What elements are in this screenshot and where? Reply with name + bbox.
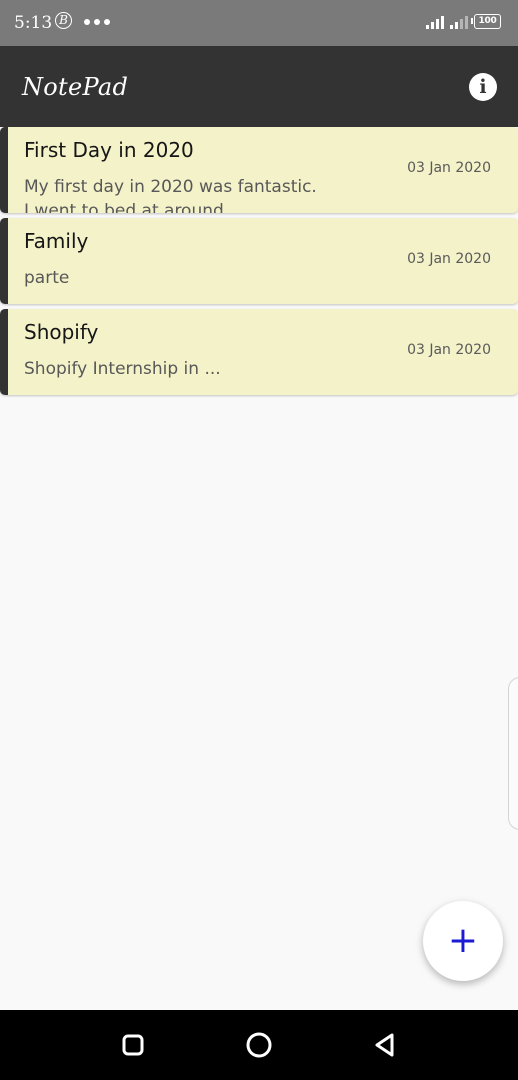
recents-square-icon[interactable] (117, 1029, 149, 1061)
more-dots-icon (84, 19, 110, 25)
note-preview: parte (24, 268, 70, 288)
note-card[interactable]: Shopify 03 Jan 2020 Shopify Internship i… (0, 309, 518, 395)
edge-panel-handle[interactable] (508, 677, 518, 830)
add-note-button[interactable]: + (423, 901, 503, 981)
note-title: Family (24, 229, 89, 253)
note-preview: Shopify Internship in ... (24, 359, 221, 379)
app-bar: NotePad i (0, 46, 518, 127)
back-triangle-icon[interactable] (369, 1029, 401, 1061)
info-icon[interactable]: i (469, 73, 497, 101)
note-card[interactable]: Family 03 Jan 2020 parte (0, 218, 518, 304)
note-title: Shopify (24, 320, 99, 344)
note-date: 03 Jan 2020 (407, 342, 491, 358)
home-circle-icon[interactable] (243, 1029, 275, 1061)
nav-bar (0, 1010, 518, 1080)
b-circle-icon: B (55, 12, 72, 29)
status-time: 5:13 (14, 13, 53, 33)
note-date: 03 Jan 2020 (407, 251, 491, 267)
signal-icon (450, 14, 468, 29)
note-card[interactable]: First Day in 2020 03 Jan 2020 My first d… (0, 127, 518, 213)
app-title: NotePad (22, 73, 129, 101)
note-preview: My first day in 2020 was fantastic. I we… (24, 177, 317, 213)
battery-icon: 100 (471, 14, 501, 29)
note-title: First Day in 2020 (24, 138, 194, 162)
note-date: 03 Jan 2020 (407, 160, 491, 176)
status-bar: 5:13 B 100 (0, 0, 518, 46)
signal-icon (426, 14, 444, 29)
